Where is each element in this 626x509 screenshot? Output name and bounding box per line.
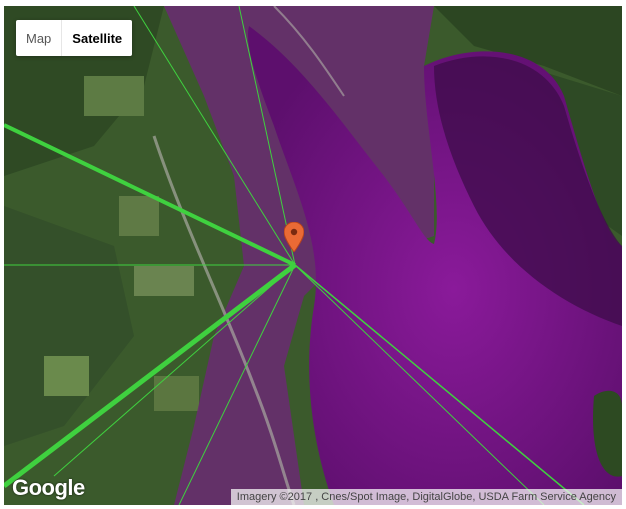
field (134, 266, 194, 296)
google-logo[interactable]: Google (12, 475, 85, 501)
satellite-imagery (4, 6, 622, 505)
map-type-map-button[interactable]: Map (16, 20, 61, 56)
map-attribution: Imagery ©2017 , Cnes/Spot Image, Digital… (230, 489, 622, 505)
field (154, 376, 199, 411)
map-viewport[interactable]: Map Satellite Google Imagery ©2017 , Cne… (4, 6, 622, 505)
field (84, 76, 144, 116)
map-type-control: Map Satellite (16, 20, 133, 56)
field (119, 196, 159, 236)
map-pin-icon[interactable] (284, 222, 304, 252)
map-type-satellite-button[interactable]: Satellite (61, 20, 132, 56)
field (44, 356, 89, 396)
